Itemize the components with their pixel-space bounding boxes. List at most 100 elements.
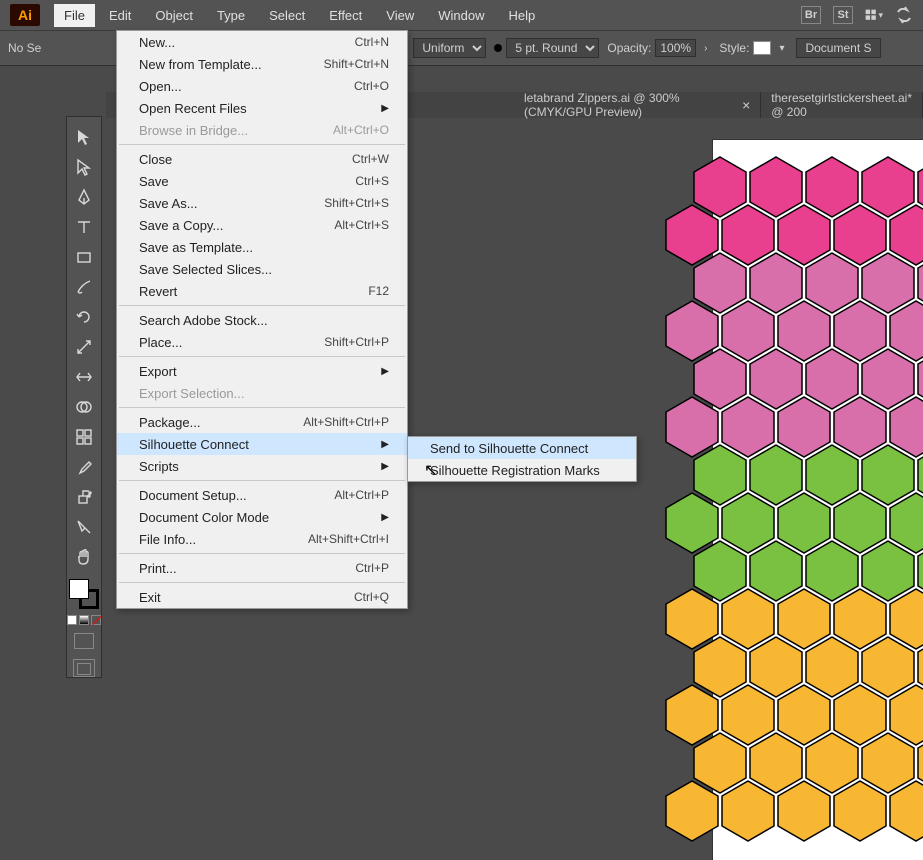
profile-select[interactable]: Uniform <box>413 38 486 58</box>
hexagon-shape <box>721 780 775 842</box>
menu-shortcut: Ctrl+W <box>352 152 389 166</box>
menu-item-label: Exit <box>139 590 161 605</box>
menu-effect[interactable]: Effect <box>319 4 372 27</box>
menu-item-export[interactable]: Export▶ <box>117 360 407 382</box>
menu-help[interactable]: Help <box>498 4 545 27</box>
menu-item-browse-in-bridge: Browse in Bridge...Alt+Ctrl+O <box>117 119 407 141</box>
submenu-item-silhouette-registration-marks[interactable]: Silhouette Registration Marks <box>408 459 636 481</box>
document-setup-button[interactable]: Document S <box>796 38 880 58</box>
bridge-icon[interactable]: Br <box>801 6 821 24</box>
opacity-value[interactable]: 100% <box>655 39 696 57</box>
stock-icon[interactable]: St <box>833 6 853 24</box>
brush-select[interactable]: 5 pt. Round <box>506 38 599 58</box>
menu-select[interactable]: Select <box>259 4 315 27</box>
menu-item-revert[interactable]: RevertF12 <box>117 280 407 302</box>
close-icon[interactable]: × <box>742 97 750 113</box>
menu-separator <box>119 407 405 408</box>
menu-item-silhouette-connect[interactable]: Silhouette Connect▶ <box>117 433 407 455</box>
width-tool[interactable] <box>70 363 98 391</box>
doc-tab-2-label: theresetgirlstickersheet.ai* @ 200 <box>771 91 912 119</box>
arrange-icon[interactable]: ▾ <box>865 6 883 24</box>
menu-item-file-info[interactable]: File Info...Alt+Shift+Ctrl+I <box>117 528 407 550</box>
menu-item-exit[interactable]: ExitCtrl+Q <box>117 586 407 608</box>
menu-edit[interactable]: Edit <box>99 4 141 27</box>
menu-item-open-recent-files[interactable]: Open Recent Files▶ <box>117 97 407 119</box>
type-tool[interactable] <box>70 213 98 241</box>
menu-item-save[interactable]: SaveCtrl+S <box>117 170 407 192</box>
style-caret-icon[interactable]: ▾ <box>775 43 788 54</box>
menu-item-save-as[interactable]: Save As...Shift+Ctrl+S <box>117 192 407 214</box>
no-selection-label: No Se <box>8 41 41 55</box>
document-tab-1[interactable]: letabrand Zippers.ai @ 300% (CMYK/GPU Pr… <box>514 92 761 118</box>
shape-builder-tool[interactable] <box>70 393 98 421</box>
menu-item-open[interactable]: Open...Ctrl+O <box>117 75 407 97</box>
menu-item-label: Export Selection... <box>139 386 245 401</box>
menu-item-label: Silhouette Connect <box>139 437 249 452</box>
menu-shortcut: F12 <box>368 284 389 298</box>
color-mode-row <box>67 615 101 625</box>
fill-stroke-control[interactable] <box>69 579 99 609</box>
menu-view[interactable]: View <box>376 4 424 27</box>
color-mode-gradient[interactable] <box>79 615 89 625</box>
document-tab-2[interactable]: theresetgirlstickersheet.ai* @ 200 <box>761 92 923 118</box>
scale-tool[interactable] <box>70 333 98 361</box>
menu-separator <box>119 553 405 554</box>
menu-item-label: Print... <box>139 561 177 576</box>
menu-shortcut: Alt+Ctrl+P <box>334 488 389 502</box>
menu-object[interactable]: Object <box>145 4 203 27</box>
doc-tab-1-label: letabrand Zippers.ai @ 300% (CMYK/GPU Pr… <box>524 91 736 119</box>
slice-tool[interactable] <box>70 513 98 541</box>
menu-shortcut: Ctrl+P <box>355 561 389 575</box>
menu-item-save-as-template[interactable]: Save as Template... <box>117 236 407 258</box>
menu-shortcut: Shift+Ctrl+P <box>324 335 389 349</box>
menu-shortcut: Ctrl+S <box>355 174 389 188</box>
menu-separator <box>119 144 405 145</box>
menu-item-new[interactable]: New...Ctrl+N <box>117 31 407 53</box>
hand-tool[interactable] <box>70 543 98 571</box>
menu-item-scripts[interactable]: Scripts▶ <box>117 455 407 477</box>
menu-shortcut: Alt+Shift+Ctrl+P <box>303 415 389 429</box>
color-mode-solid[interactable] <box>67 615 77 625</box>
eyedropper-tool[interactable] <box>70 453 98 481</box>
sync-icon[interactable] <box>895 6 913 24</box>
pen-tool[interactable] <box>70 183 98 211</box>
menu-item-label: File Info... <box>139 532 196 547</box>
opacity-caret-icon[interactable]: › <box>700 43 711 54</box>
change-screen-icon[interactable] <box>73 659 95 677</box>
selection-tool[interactable] <box>70 123 98 151</box>
paintbrush-tool[interactable] <box>70 273 98 301</box>
perspective-tool[interactable] <box>70 423 98 451</box>
menu-item-search-adobe-stock[interactable]: Search Adobe Stock... <box>117 309 407 331</box>
screen-mode[interactable] <box>74 633 94 649</box>
style-swatch[interactable] <box>753 41 771 55</box>
menu-item-label: Place... <box>139 335 182 350</box>
menu-shortcut: Alt+Ctrl+O <box>333 123 389 137</box>
menu-item-label: Package... <box>139 415 200 430</box>
menu-item-label: Open... <box>139 79 182 94</box>
menu-item-export-selection: Export Selection... <box>117 382 407 404</box>
menu-type[interactable]: Type <box>207 4 255 27</box>
color-mode-none[interactable] <box>91 615 101 625</box>
symbol-sprayer-tool[interactable] <box>70 483 98 511</box>
menu-separator <box>119 582 405 583</box>
artboard[interactable] <box>713 140 923 860</box>
fill-swatch[interactable] <box>69 579 89 599</box>
rotate-tool[interactable] <box>70 303 98 331</box>
menu-item-package[interactable]: Package... Alt+Shift+Ctrl+P <box>117 411 407 433</box>
direct-selection-tool[interactable] <box>70 153 98 181</box>
menubar: Ai File Edit Object Type Select Effect V… <box>0 0 923 30</box>
submenu-item-send-to-silhouette-connect[interactable]: Send to Silhouette Connect <box>408 437 636 459</box>
menu-file[interactable]: File <box>54 4 95 27</box>
menu-shortcut: Shift+Ctrl+S <box>324 196 389 210</box>
menu-item-document-setup[interactable]: Document Setup...Alt+Ctrl+P <box>117 484 407 506</box>
menu-item-print[interactable]: Print... Ctrl+P <box>117 557 407 579</box>
menu-item-label: Export <box>139 364 177 379</box>
menu-item-document-color-mode[interactable]: Document Color Mode▶ <box>117 506 407 528</box>
menu-item-place[interactable]: Place... Shift+Ctrl+P <box>117 331 407 353</box>
rectangle-tool[interactable] <box>70 243 98 271</box>
menu-item-save-selected-slices[interactable]: Save Selected Slices... <box>117 258 407 280</box>
menu-window[interactable]: Window <box>428 4 494 27</box>
menu-item-new-from-template[interactable]: New from Template...Shift+Ctrl+N <box>117 53 407 75</box>
menu-item-close[interactable]: CloseCtrl+W <box>117 148 407 170</box>
menu-item-save-a-copy[interactable]: Save a Copy...Alt+Ctrl+S <box>117 214 407 236</box>
